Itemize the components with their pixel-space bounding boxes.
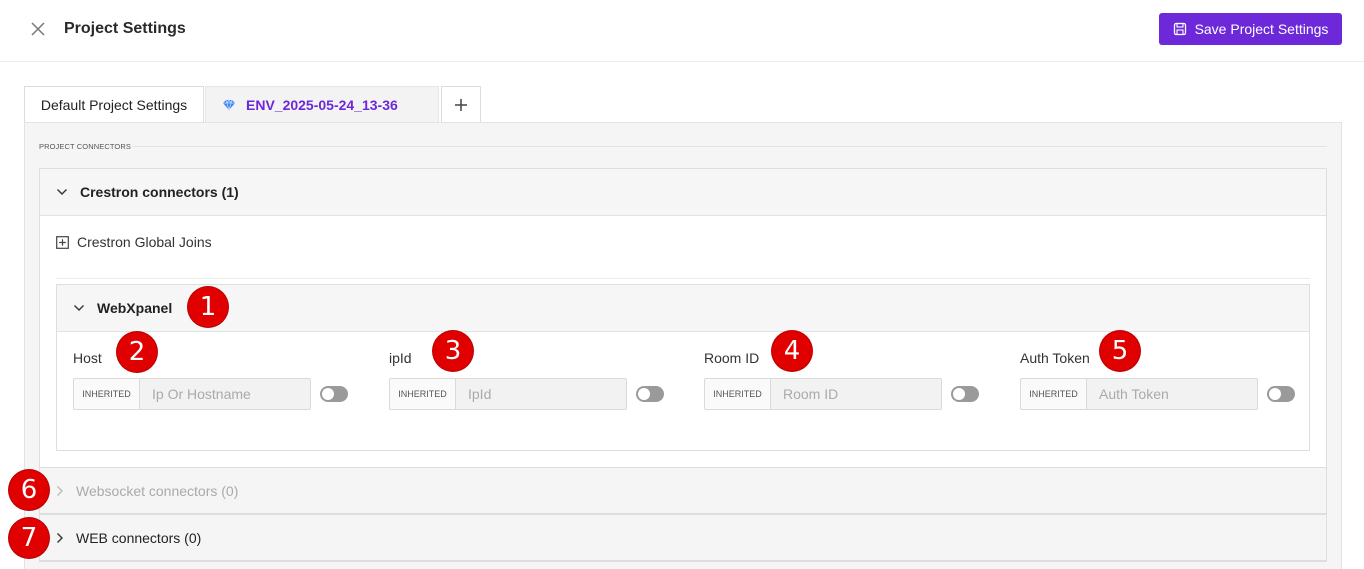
crestron-connectors-title: Crestron connectors (1) xyxy=(80,184,239,200)
annotation-badge-4: 4 xyxy=(772,331,812,371)
room-id-input-row: INHERITED xyxy=(704,378,979,410)
crestron-global-joins-toggle[interactable]: Crestron Global Joins xyxy=(56,234,212,250)
tab-env[interactable]: ENV_2025-05-24_13-36 xyxy=(205,86,439,122)
inherited-badge: INHERITED xyxy=(1020,378,1087,410)
annotation-badge-3: 3 xyxy=(433,331,473,371)
divider xyxy=(56,278,1310,279)
auth-token-input[interactable] xyxy=(1087,378,1258,410)
room-id-label: Room ID xyxy=(704,350,760,366)
annotation-badge-1: 1 xyxy=(188,287,228,327)
web-connectors-header[interactable]: WEB connectors (0) xyxy=(39,514,1327,561)
web-connectors-title: WEB connectors (0) xyxy=(76,529,202,546)
room-id-field: Room ID INHERITED xyxy=(704,350,979,410)
annotation-badge-2: 2 xyxy=(117,332,157,372)
tab-label: ENV_2025-05-24_13-36 xyxy=(246,96,398,113)
host-label: Host xyxy=(73,350,102,366)
section-label: PROJECT CONNECTORS xyxy=(39,142,131,151)
host-field: Host INHERITED xyxy=(73,350,348,410)
room-id-input[interactable] xyxy=(771,378,942,410)
websocket-connectors-header[interactable]: Websocket connectors (0) xyxy=(39,467,1327,514)
host-override-toggle[interactable] xyxy=(320,386,348,402)
chevron-down-icon xyxy=(74,305,84,311)
auth-token-field: Auth Token INHERITED xyxy=(1020,350,1295,410)
websocket-connectors-title: Websocket connectors (0) xyxy=(76,482,239,499)
ipid-label: ipId xyxy=(389,350,412,366)
annotation-badge-5: 5 xyxy=(1100,331,1140,371)
chevron-right-icon xyxy=(57,485,63,496)
chevron-down-icon xyxy=(57,189,67,195)
auth-token-override-toggle[interactable] xyxy=(1267,386,1295,402)
inherited-badge: INHERITED xyxy=(73,378,140,410)
webxpanel-title: WebXpanel xyxy=(97,300,173,316)
header-bar: Project Settings Save Project Settings xyxy=(0,0,1364,62)
plus-square-icon xyxy=(56,235,69,249)
annotation-badge-6: 6 xyxy=(9,470,49,510)
add-tab-button[interactable] xyxy=(441,86,481,122)
save-project-settings-button[interactable]: Save Project Settings xyxy=(1159,13,1342,45)
ipid-field: ipId INHERITED xyxy=(389,350,664,410)
annotation-badge-7: 7 xyxy=(9,518,49,558)
tab-label: Default Project Settings xyxy=(40,96,188,113)
auth-token-input-row: INHERITED xyxy=(1020,378,1295,410)
host-input[interactable] xyxy=(140,378,311,410)
crestron-connectors-header[interactable]: Crestron connectors (1) xyxy=(40,169,1326,216)
close-icon xyxy=(31,22,45,36)
ipid-input-row: INHERITED xyxy=(389,378,664,410)
diamond-icon xyxy=(223,98,235,111)
plus-icon xyxy=(455,98,467,111)
save-button-label: Save Project Settings xyxy=(1194,21,1329,37)
global-joins-label: Crestron Global Joins xyxy=(77,234,212,250)
auth-token-label: Auth Token xyxy=(1020,350,1090,366)
close-button[interactable] xyxy=(28,18,48,40)
ipid-override-toggle[interactable] xyxy=(636,386,664,402)
page-title: Project Settings xyxy=(64,20,186,37)
save-icon xyxy=(1173,22,1186,36)
chevron-right-icon xyxy=(57,532,63,543)
room-id-override-toggle[interactable] xyxy=(951,386,979,402)
inherited-badge: INHERITED xyxy=(389,378,456,410)
section-divider xyxy=(133,146,1327,147)
host-input-row: INHERITED xyxy=(73,378,348,410)
webxpanel-header[interactable]: WebXpanel xyxy=(57,285,1309,332)
inherited-badge: INHERITED xyxy=(704,378,771,410)
ipid-input[interactable] xyxy=(456,378,627,410)
tab-default-project-settings[interactable]: Default Project Settings xyxy=(24,86,204,122)
